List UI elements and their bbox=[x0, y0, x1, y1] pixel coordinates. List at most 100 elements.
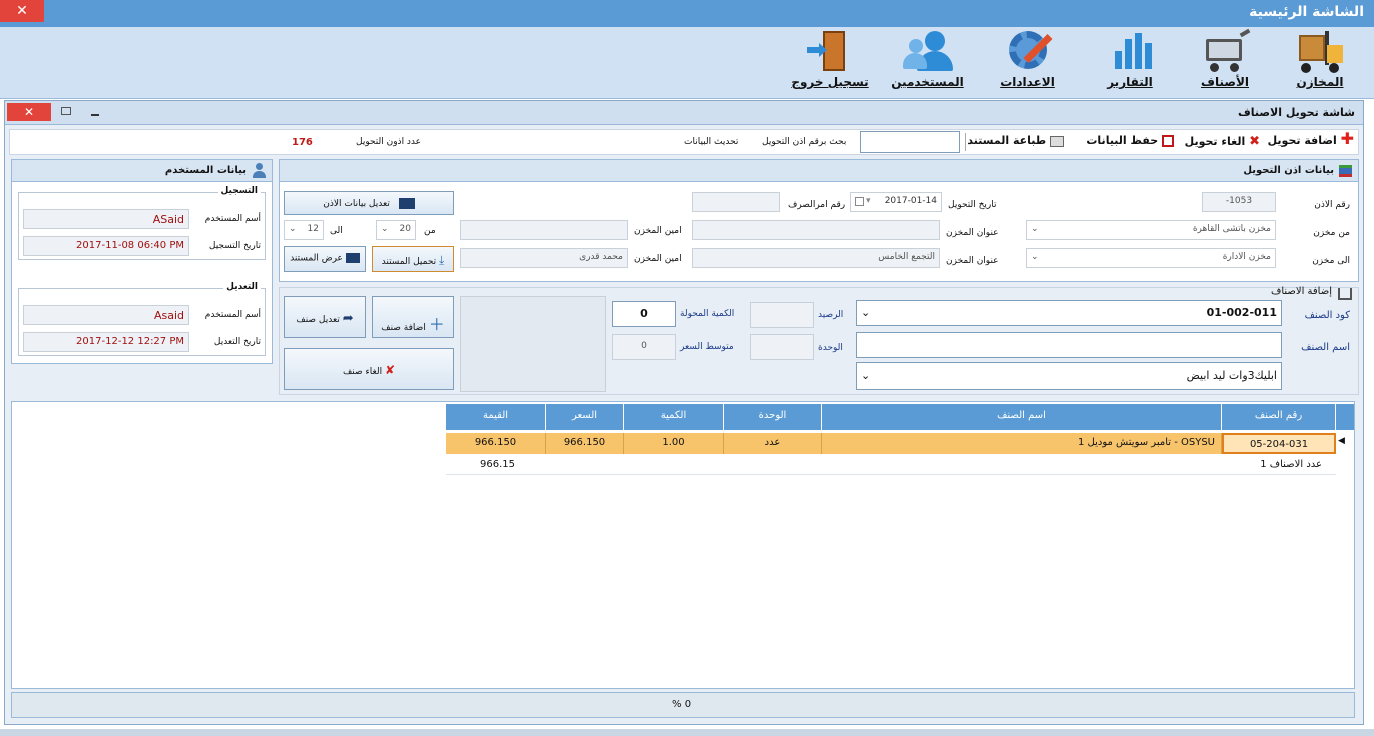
chevron-down-icon: ▾ bbox=[866, 196, 871, 206]
to-select[interactable]: 12 ⌄ bbox=[284, 220, 324, 240]
ribbon-items[interactable]: الأصناف bbox=[1185, 28, 1265, 95]
minimize-window-button[interactable] bbox=[91, 114, 99, 116]
transfer-window: ✕ شاشة تحويل الاصناف اضافة تحويل ✚ الغاء… bbox=[4, 100, 1364, 725]
qty-label: الكمية المحولة bbox=[680, 309, 735, 319]
reg-date-value: 2017-11-08 06:40 PM bbox=[23, 236, 189, 256]
ribbon-stores[interactable]: المخازن bbox=[1280, 29, 1360, 95]
item-desc-select[interactable]: ابليك3وات ليد ابيض ⌄ bbox=[856, 362, 1282, 390]
date-label: تاريخ التحويل bbox=[948, 200, 997, 210]
permit-no-label: رقم الاذن bbox=[1314, 200, 1350, 210]
add-transfer-label: اضافة تحويل bbox=[1267, 134, 1337, 147]
search-transfer-input[interactable] bbox=[860, 131, 960, 153]
disburse-value bbox=[692, 192, 780, 212]
grid-cell-price[interactable]: 966.150 bbox=[546, 433, 624, 454]
disburse-label: رقم امرالصرف bbox=[788, 200, 846, 210]
edit-item-button[interactable]: تعديل صنف ➦ bbox=[284, 296, 366, 338]
cancel-item-label: الغاء صنف bbox=[342, 367, 383, 377]
permit-panel-title: بيانات اذن التحويل bbox=[1243, 165, 1334, 176]
grid-cell-value[interactable]: 966.150 bbox=[446, 433, 546, 454]
reg-date-label: تاريخ التسجيل bbox=[208, 241, 261, 251]
to-store-label: الى مخزن bbox=[1312, 256, 1350, 266]
from-store-select[interactable]: مخزن باتشى القاهرة ⌄ bbox=[1026, 220, 1276, 240]
ribbon-logout-label: تسجيل خروج bbox=[791, 75, 869, 89]
chevron-down-icon: ⌄ bbox=[1031, 224, 1039, 234]
main-toolbar: اضافة تحويل ✚ الغاء تحويل ✖ حفظ البيانات… bbox=[9, 129, 1359, 155]
balance-value bbox=[750, 302, 814, 328]
to-store-value: مخزن الادارة bbox=[1222, 252, 1271, 262]
reg-user-label: أسم المستخدم bbox=[204, 214, 261, 224]
grid-cell-unit[interactable]: عدد bbox=[724, 433, 822, 454]
item-code-select[interactable]: 01-002-011 ⌄ bbox=[856, 300, 1282, 326]
ribbon-settings[interactable]: الاعدادات bbox=[985, 29, 1070, 95]
ribbon-items-label: الأصناف bbox=[1201, 75, 1249, 89]
grid-cell-name[interactable]: تامبر سويتش موديل 1 - OSYSU bbox=[822, 433, 1222, 454]
from-address-value bbox=[692, 220, 940, 240]
item-code-value: 01-002-011 bbox=[1206, 306, 1277, 319]
cancel-item-button[interactable]: الغاء صنف ✘ bbox=[284, 348, 454, 390]
grid-header-name[interactable]: اسم الصنف bbox=[822, 404, 1222, 430]
calendar-icon bbox=[855, 197, 864, 206]
close-app-button[interactable]: ✕ bbox=[0, 0, 44, 22]
permit-no-value: -1053 bbox=[1202, 192, 1276, 212]
registration-group: التسجيل أسم المستخدم ASaid تاريخ التسجيل… bbox=[18, 186, 266, 260]
from-select[interactable]: 20 ⌄ bbox=[376, 220, 416, 240]
transfer-count-value: 176 bbox=[292, 137, 313, 148]
add-transfer-button[interactable]: اضافة تحويل ✚ bbox=[1267, 131, 1354, 148]
chevron-down-icon: ⌄ bbox=[289, 224, 297, 234]
add-item-button[interactable]: اضافة صنف ＋ bbox=[372, 296, 454, 338]
ribbon-users[interactable]: المستخدمين bbox=[885, 29, 970, 95]
grid-header-code[interactable]: رقم الصنف bbox=[1222, 404, 1336, 430]
date-picker[interactable]: 2017-01-14 ▾ bbox=[850, 192, 942, 212]
from-keeper-value bbox=[460, 220, 628, 240]
upload-document-button[interactable]: تحميل المستند ⤓ bbox=[372, 246, 454, 272]
app-title: الشاشة الرئيسية bbox=[1249, 4, 1364, 20]
cancel-transfer-label: الغاء تحويل bbox=[1184, 135, 1246, 148]
restore-window-button[interactable] bbox=[61, 107, 71, 115]
chevron-down-icon: ⌄ bbox=[381, 224, 389, 234]
ribbon-logout[interactable]: تسجيل خروج bbox=[790, 29, 870, 95]
item-name-input[interactable] bbox=[856, 332, 1282, 358]
grid-cell-qty[interactable]: 1.00 bbox=[624, 433, 724, 454]
view-document-label: عرض المستند bbox=[290, 253, 343, 264]
grid-header-qty[interactable]: الكمية bbox=[624, 404, 724, 430]
folder-icon bbox=[345, 253, 360, 263]
print-document-button[interactable]: طباعة المستند bbox=[967, 134, 1064, 147]
to-address-value: التجمع الخامس bbox=[692, 248, 940, 268]
save-data-button[interactable]: حفظ البيانات bbox=[1086, 134, 1174, 147]
printer-icon bbox=[1050, 135, 1064, 147]
edit-permit-button[interactable]: تعديل بيانات الاذن bbox=[284, 191, 454, 215]
permit-panel-header: بيانات اذن التحويل bbox=[280, 160, 1358, 182]
mod-date-label: تاريخ التعديل bbox=[213, 337, 261, 347]
grid-cell-code[interactable]: 05-204-031 bbox=[1222, 433, 1336, 454]
mod-user-value: Asaid bbox=[23, 305, 189, 325]
from-address-label: عنوان المخزن bbox=[946, 228, 999, 238]
view-document-button[interactable]: عرض المستند bbox=[284, 246, 366, 272]
qty-input[interactable]: 0 bbox=[612, 301, 676, 327]
unit-value bbox=[750, 334, 814, 360]
code-label: كود الصنف bbox=[1304, 310, 1350, 321]
summary-total: 966.15 bbox=[480, 459, 515, 470]
arrow-right-icon: ➦ bbox=[342, 311, 354, 326]
edit-permit-label: تعديل بيانات الاذن bbox=[323, 199, 390, 209]
grid-header-value[interactable]: القيمة bbox=[446, 404, 546, 430]
cancel-transfer-button[interactable]: الغاء تحويل ✖ bbox=[1185, 134, 1260, 149]
refresh-data-button[interactable]: تحديث البيانات bbox=[684, 137, 738, 147]
grid-header-unit[interactable]: الوحدة bbox=[724, 404, 822, 430]
reg-user-value: ASaid bbox=[23, 209, 189, 229]
row-pointer-icon: ◀ bbox=[1338, 436, 1345, 446]
ribbon-reports[interactable]: التقارير bbox=[1090, 29, 1170, 95]
exit-door-icon bbox=[805, 29, 855, 73]
chevron-down-icon: ⌄ bbox=[861, 369, 871, 382]
status-bar: 0 % bbox=[11, 692, 1355, 718]
plus-icon: ＋ bbox=[428, 315, 445, 334]
balance-label: الرصيد bbox=[818, 310, 844, 320]
grid-row-selector-header bbox=[1336, 404, 1354, 430]
list-icon bbox=[1339, 165, 1352, 177]
from-keeper-label: امين المخزن bbox=[634, 226, 682, 236]
close-window-button[interactable]: ✕ bbox=[7, 103, 51, 121]
screen-title: شاشة تحويل الاصناف bbox=[1238, 106, 1355, 119]
to-store-select[interactable]: مخزن الادارة ⌄ bbox=[1026, 248, 1276, 268]
save-data-label: حفظ البيانات bbox=[1086, 134, 1159, 147]
to-label: الى bbox=[330, 226, 343, 236]
grid-header-price[interactable]: السعر bbox=[546, 404, 624, 430]
